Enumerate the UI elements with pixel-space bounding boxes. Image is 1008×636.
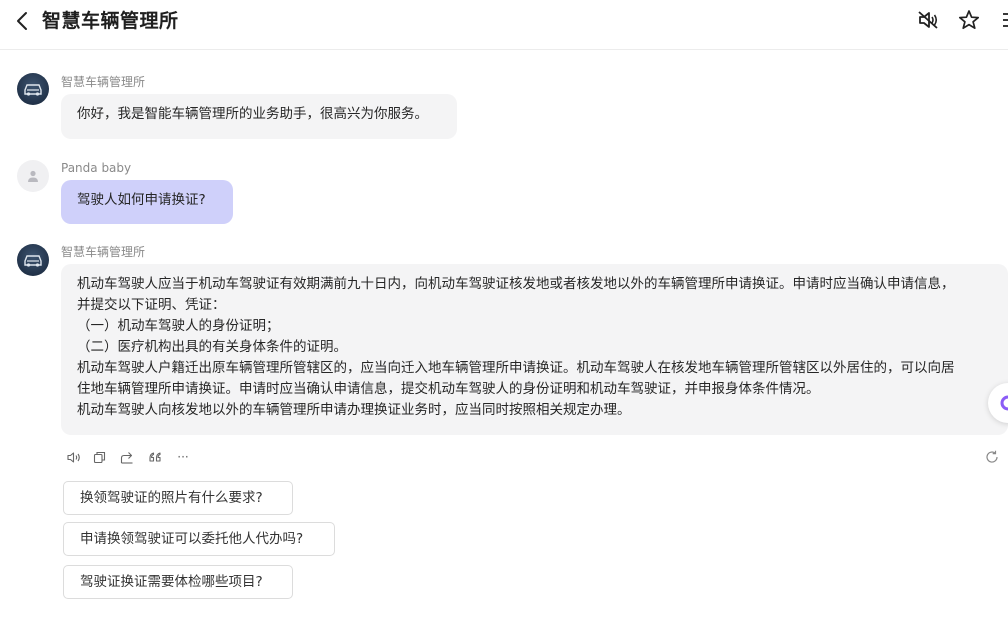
user-message-bubble: 驾驶人如何申请换证?: [61, 180, 233, 224]
more-icon: ···: [177, 450, 189, 464]
bot-answer-bubble: 机动车驾驶人应当于机动车驾驶证有效期满前九十日内，向机动车驾驶证核发地或者核发地…: [61, 264, 1008, 435]
page-title: 智慧车辆管理所: [42, 10, 179, 32]
sender-name: 智慧车辆管理所: [61, 75, 146, 89]
sender-name: Panda baby: [61, 161, 132, 175]
regenerate-button[interactable]: [984, 449, 1000, 465]
assistant-ring-icon: [1000, 395, 1008, 411]
answer-line: 机动车驾驶人应当于机动车驾驶证有效期满前九十日内，向机动车驾驶证核发地或者核发地…: [77, 276, 955, 292]
share-button[interactable]: [119, 449, 135, 465]
copy-button[interactable]: [91, 449, 107, 465]
share-icon: [120, 451, 133, 464]
answer-line: （一）机动车驾驶人的身份证明；: [77, 318, 280, 334]
more-button[interactable]: ···: [174, 449, 192, 465]
back-arrow-icon: [17, 12, 27, 30]
bot-message-bubble: 你好，我是智能车辆管理所的业务助手，很高兴为你服务。: [61, 94, 457, 139]
refresh-icon: [986, 450, 998, 463]
menu-icon: [1003, 13, 1008, 27]
menu-button[interactable]: [998, 9, 1008, 31]
star-icon: [958, 10, 980, 30]
answer-line: 机动车驾驶人户籍迁出原车辆管理所管辖区的，应当向迁入地车辆管理所申请换证。机动车…: [77, 360, 955, 376]
answer-line: 并提交以下证明、凭证：: [77, 297, 226, 313]
answer-line: 住地车辆管理所申请换证。申请时应当确认申请信息，提交机动车驾驶人的身份证明和机动…: [77, 381, 820, 397]
user-avatar: [17, 160, 49, 192]
bot-avatar: [17, 73, 49, 105]
back-button[interactable]: [10, 9, 34, 33]
speaker-icon: [66, 451, 80, 463]
sender-name: 智慧车辆管理所: [61, 245, 146, 259]
bot-avatar: [17, 244, 49, 276]
suggested-question[interactable]: 驾驶证换证需要体检哪些项目?: [63, 565, 293, 599]
read-aloud-button[interactable]: [66, 449, 82, 465]
favorite-button[interactable]: [958, 9, 980, 31]
quote-icon: [149, 452, 161, 462]
suggested-question[interactable]: 申请换领驾驶证可以委托他人代办吗?: [63, 522, 335, 556]
person-icon: [28, 170, 38, 182]
speaker-mute-icon: [918, 11, 938, 29]
copy-icon: [93, 451, 105, 463]
header-bar: 智慧车辆管理所: [0, 0, 1008, 50]
quote-button[interactable]: [147, 449, 163, 465]
answer-line: 机动车驾驶人向核发地以外的车辆管理所申请办理换证业务时，应当同时按照相关规定办理…: [77, 402, 631, 418]
car-icon: [24, 255, 42, 267]
mute-button[interactable]: [917, 9, 939, 31]
suggested-question[interactable]: 换领驾驶证的照片有什么要求?: [63, 481, 293, 515]
answer-line: （二）医疗机构出具的有关身体条件的证明。: [77, 339, 347, 355]
car-icon: [24, 84, 42, 96]
